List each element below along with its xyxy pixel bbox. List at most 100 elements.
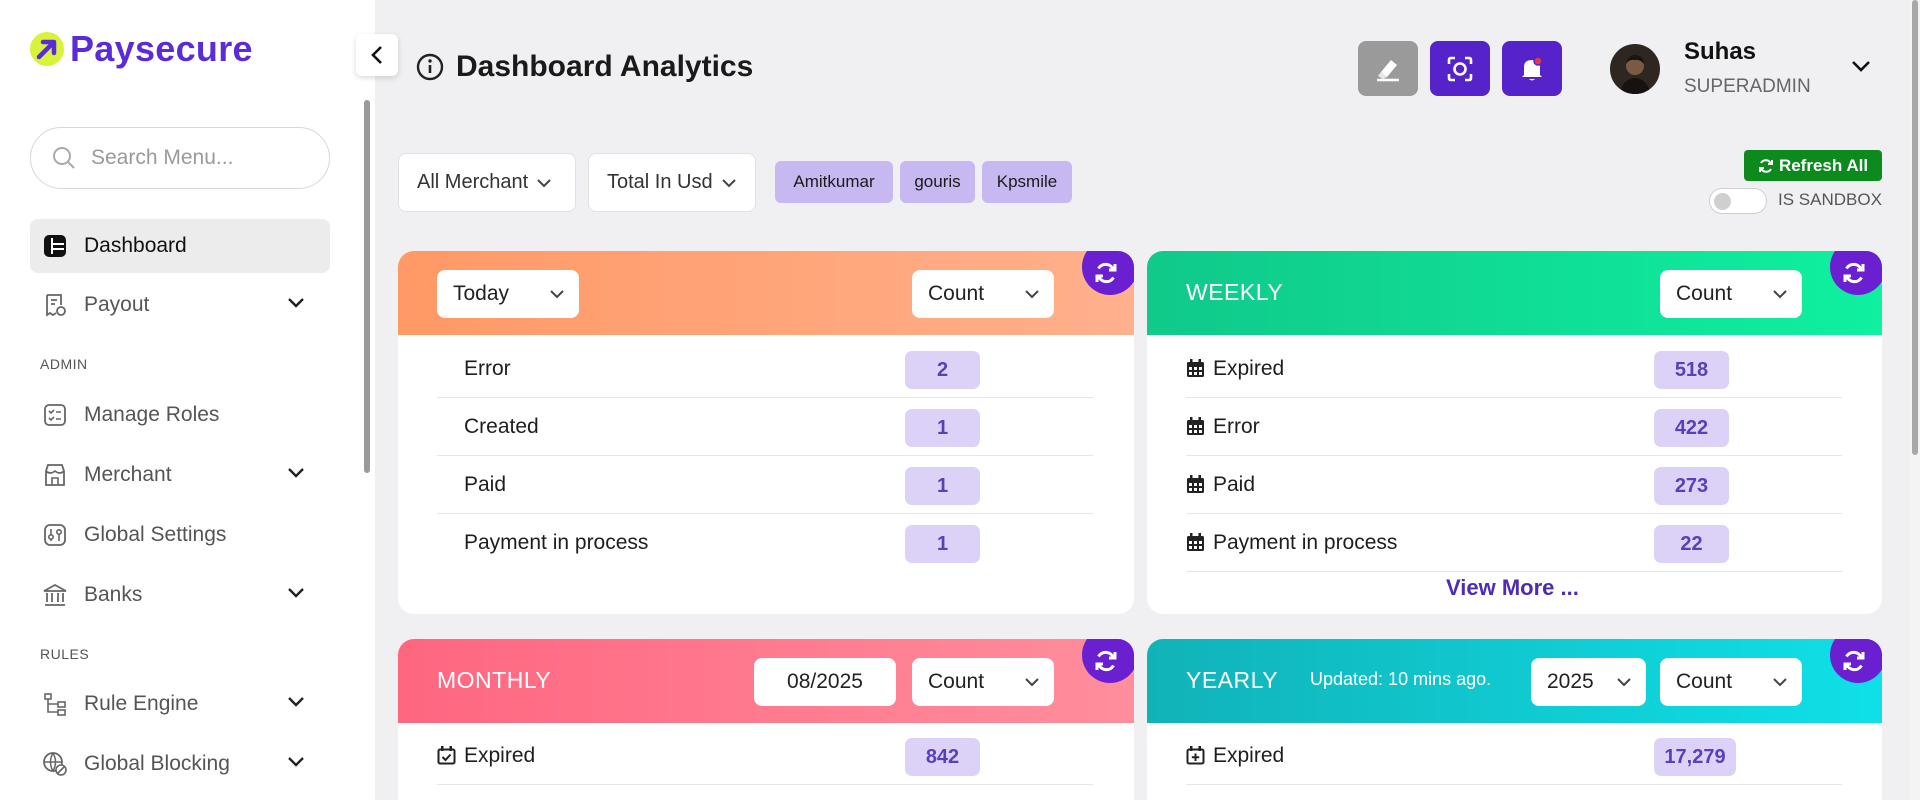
notifications-button[interactable] bbox=[1502, 41, 1562, 96]
table-row: Expired 842 bbox=[437, 727, 1093, 785]
page-scrollbar[interactable] bbox=[1910, 0, 1920, 800]
sidebar-collapse-button[interactable] bbox=[356, 34, 398, 76]
metric-select[interactable]: Count bbox=[1660, 270, 1802, 318]
search-placeholder: Search Menu... bbox=[91, 146, 234, 169]
scrollbar-thumb[interactable] bbox=[1912, 0, 1918, 455]
row-label: Error bbox=[464, 356, 511, 380]
calendar-icon bbox=[1187, 417, 1204, 435]
table-row: Paid 273 bbox=[1186, 456, 1842, 514]
eraser-icon bbox=[1377, 59, 1399, 81]
year-select-value: 2025 bbox=[1547, 670, 1594, 693]
table-row: Payment in process 22 bbox=[1186, 514, 1842, 572]
currency-select[interactable]: Total In Usd bbox=[588, 153, 756, 212]
table-row: Created 1 bbox=[437, 398, 1093, 456]
sidebar-item-label: Banks bbox=[84, 583, 143, 606]
sidebar-item-label: Global Blocking bbox=[84, 752, 230, 775]
refresh-icon bbox=[1095, 650, 1117, 672]
metric-select[interactable]: Count bbox=[912, 658, 1054, 706]
receipt-icon bbox=[42, 292, 68, 318]
merchant-select[interactable]: All Merchant bbox=[398, 153, 576, 212]
user-menu-toggle[interactable] bbox=[1850, 58, 1872, 79]
month-input[interactable]: 08/2025 bbox=[754, 658, 896, 706]
sidebar-item-payout[interactable]: Payout bbox=[30, 278, 330, 332]
row-label: Error bbox=[1186, 415, 1260, 439]
row-label: Created bbox=[464, 414, 539, 438]
sidebar-item-label: Global Settings bbox=[84, 523, 227, 546]
chevron-left-icon bbox=[371, 46, 382, 64]
sidebar-item-global-blocking[interactable]: Global Blocking bbox=[30, 737, 330, 791]
chevron-down-icon bbox=[288, 588, 304, 598]
merchant-tag[interactable]: gouris bbox=[900, 161, 975, 203]
row-label: Payment in process bbox=[464, 531, 649, 554]
page-title: Dashboard Analytics bbox=[416, 50, 753, 84]
sidebar: Paysecure Search Menu... Dashboard Payou… bbox=[0, 0, 375, 800]
currency-select-value: Total In Usd bbox=[607, 171, 713, 193]
yearly-card-title: YEARLY bbox=[1186, 667, 1279, 693]
sidebar-item-dashboard[interactable]: Dashboard bbox=[30, 219, 330, 273]
sidebar-item-banks[interactable]: Banks bbox=[30, 568, 330, 622]
table-row: Payment in process 1 bbox=[437, 514, 1093, 572]
sidebar-item-rule-engine[interactable]: Rule Engine bbox=[30, 677, 330, 731]
brand-name: Paysecure bbox=[70, 28, 253, 69]
calendar-check-icon bbox=[437, 746, 456, 765]
metric-select[interactable]: Count bbox=[1660, 658, 1802, 706]
chevron-down-icon bbox=[721, 178, 736, 187]
row-value: 273 bbox=[1654, 467, 1729, 505]
refresh-all-button[interactable]: Refresh All bbox=[1744, 150, 1882, 181]
sandbox-toggle[interactable] bbox=[1709, 188, 1767, 214]
table-row: Expired 518 bbox=[1186, 340, 1842, 398]
row-value: 422 bbox=[1654, 409, 1729, 447]
row-value: 518 bbox=[1654, 351, 1729, 389]
period-select[interactable]: Today bbox=[437, 270, 579, 318]
table-row: Error 2 bbox=[437, 340, 1093, 398]
avatar[interactable] bbox=[1610, 44, 1660, 94]
clear-cache-button[interactable] bbox=[1358, 41, 1418, 96]
chevron-down-icon bbox=[1773, 678, 1787, 687]
view-more-link[interactable]: View More ... bbox=[1446, 575, 1579, 601]
checklist-icon bbox=[42, 402, 68, 428]
row-label-text: Payment in process bbox=[1213, 530, 1398, 554]
refresh-icon bbox=[1843, 650, 1865, 672]
row-value: 1 bbox=[905, 467, 980, 505]
brand-logo[interactable]: Paysecure bbox=[30, 28, 253, 70]
row-label-text: Expired bbox=[1213, 743, 1285, 767]
row-label-text: Expired bbox=[1213, 356, 1285, 380]
chevron-down-icon bbox=[537, 178, 551, 187]
sidebar-scrollbar[interactable] bbox=[364, 100, 370, 473]
sidebar-item-manage-roles[interactable]: Manage Roles bbox=[30, 388, 330, 442]
row-label: Paid bbox=[464, 472, 507, 496]
row-label: Expired bbox=[437, 744, 535, 768]
row-label: Expired bbox=[1186, 744, 1284, 768]
chevron-down-icon bbox=[288, 468, 304, 478]
menu-search-input[interactable]: Search Menu... bbox=[30, 127, 330, 189]
monthly-card-title: MONTHLY bbox=[437, 667, 552, 693]
year-select[interactable]: 2025 bbox=[1531, 658, 1646, 706]
search-icon bbox=[53, 147, 75, 169]
merchant-tag[interactable]: Amitkumar bbox=[775, 161, 893, 203]
globe-block-icon bbox=[42, 751, 68, 777]
chevron-down-icon bbox=[1773, 290, 1787, 299]
sidebar-item-label: Payout bbox=[84, 293, 150, 316]
sidebar-item-label: Merchant bbox=[84, 463, 172, 486]
sidebar-item-global-settings[interactable]: Global Settings bbox=[30, 508, 330, 562]
calendar-icon bbox=[1187, 359, 1204, 377]
focus-capture-icon bbox=[1447, 56, 1473, 81]
store-icon bbox=[42, 462, 68, 488]
chevron-down-icon bbox=[288, 697, 304, 707]
metric-select-value: Count bbox=[1676, 670, 1733, 693]
last-updated-text: Updated: 10 mins ago. bbox=[1310, 669, 1492, 689]
chevron-down-icon bbox=[288, 298, 304, 308]
row-value: 1 bbox=[905, 409, 980, 447]
merchant-tag[interactable]: Kpsmile bbox=[982, 161, 1072, 203]
section-label-admin: ADMIN bbox=[40, 356, 88, 372]
calendar-icon bbox=[1187, 475, 1204, 493]
info-icon bbox=[416, 53, 444, 81]
chevron-down-icon bbox=[1025, 290, 1039, 299]
row-label-text: Paid bbox=[1213, 472, 1256, 496]
screenshot-button[interactable] bbox=[1430, 41, 1490, 96]
metric-select[interactable]: Count bbox=[912, 270, 1054, 318]
sidebar-item-merchant[interactable]: Merchant bbox=[30, 448, 330, 502]
sidebar-item-label: Manage Roles bbox=[84, 403, 220, 426]
chevron-down-icon bbox=[288, 757, 304, 767]
sliders-icon bbox=[42, 522, 68, 548]
